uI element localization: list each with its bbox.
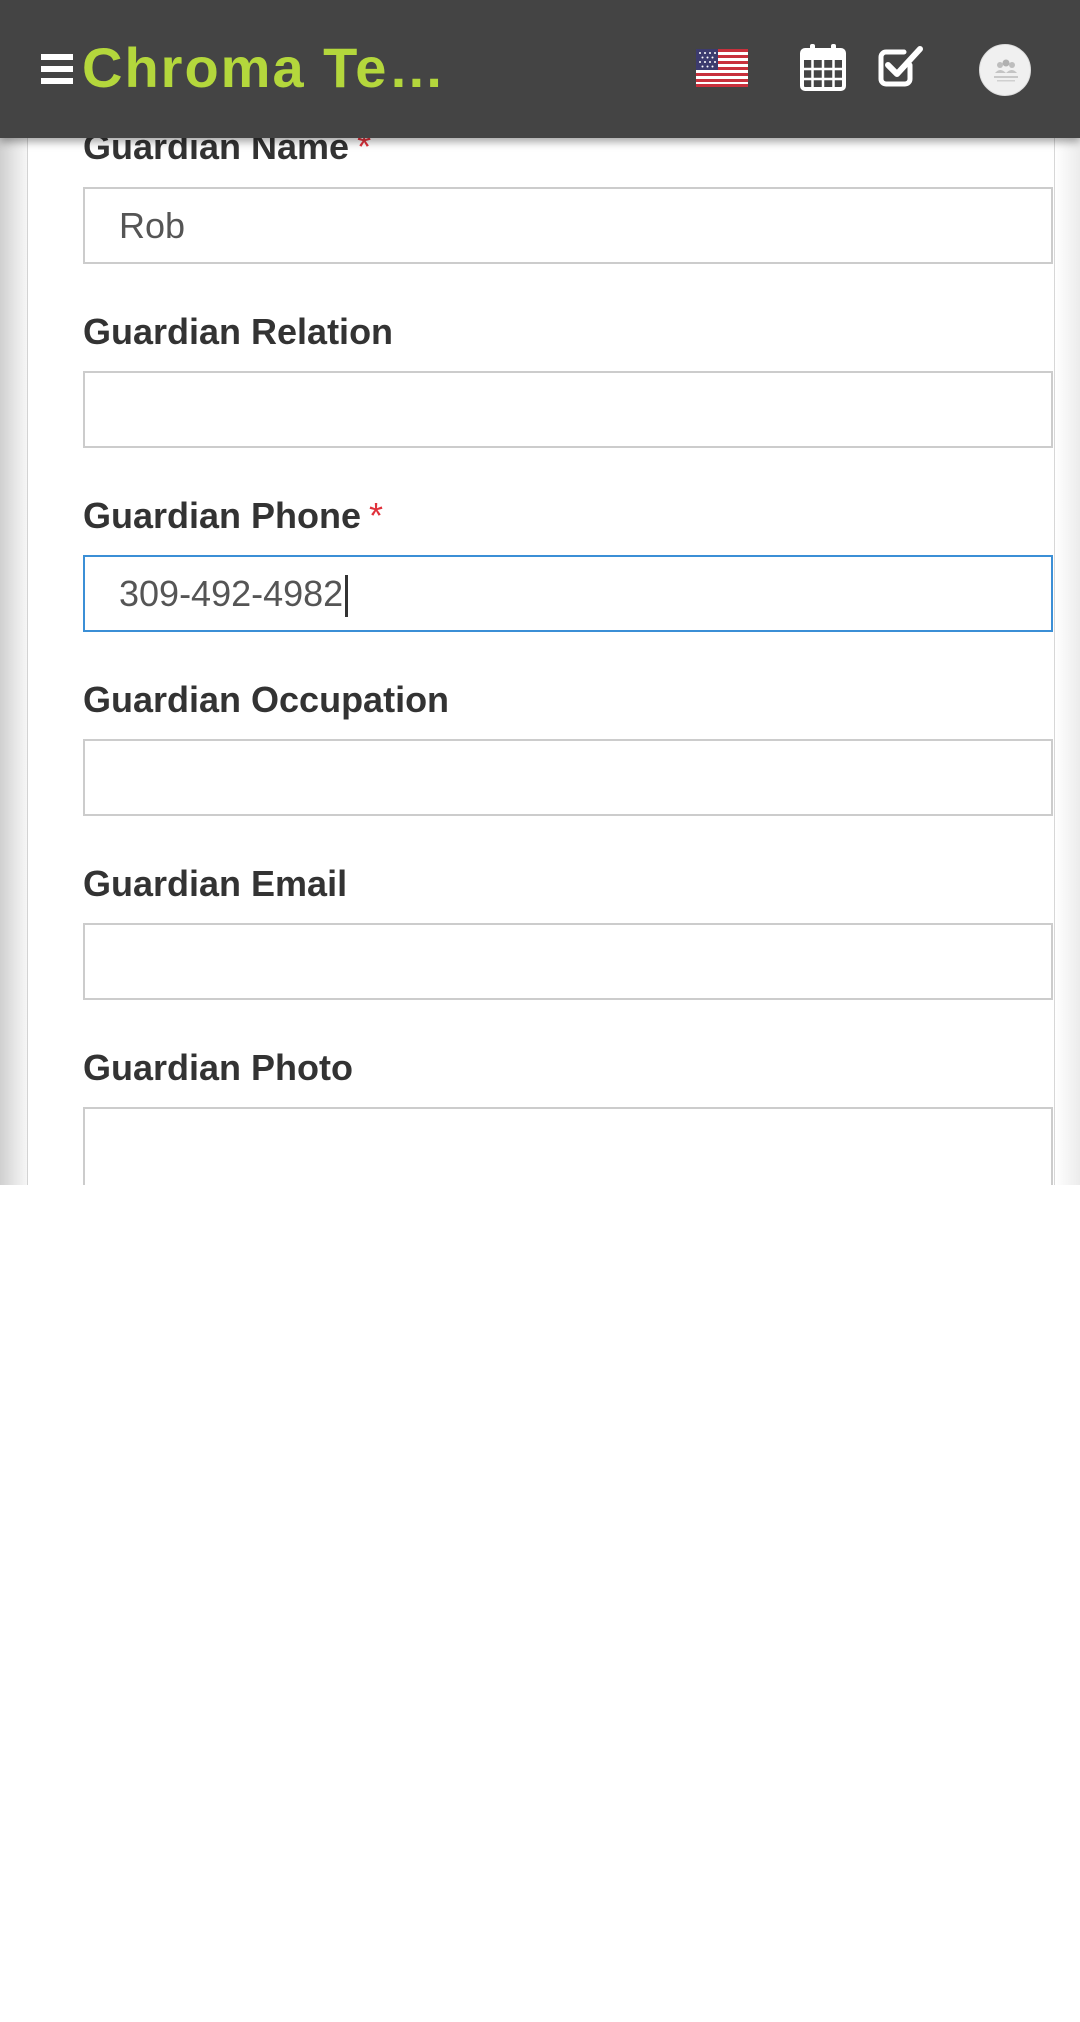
calendar-icon[interactable] (800, 43, 846, 91)
guardian-occupation-label: Guardian Occupation (83, 679, 450, 720)
app-viewport: Guardian Name * Rob Guardian Relation Gua… (0, 0, 1080, 1185)
guardian-phone-group: Guardian Phone * (83, 493, 1053, 539)
required-mark: * (369, 495, 384, 536)
guardian-photo-input[interactable] (83, 1107, 1053, 1185)
us-flag-icon[interactable] (696, 49, 748, 87)
guardian-phone-label: Guardian Phone * (83, 495, 384, 536)
top-app-bar: Chroma Te… (0, 0, 1080, 138)
no-image-avatar[interactable] (979, 44, 1031, 96)
guardian-name-value: Rob (119, 205, 186, 246)
guardian-photo-group: Guardian Photo (83, 1045, 1053, 1091)
page-edge-left (0, 0, 28, 1185)
guardian-relation-label: Guardian Relation (83, 311, 394, 352)
app-title: Chroma Te… (82, 36, 447, 99)
guardian-phone-input[interactable]: 309-492-4982 (83, 555, 1053, 632)
text-caret (345, 575, 349, 618)
guardian-occupation-group: Guardian Occupation (83, 677, 1053, 723)
checkbox-icon[interactable] (876, 43, 924, 89)
guardian-phone-value: 309-492-4982 (119, 573, 344, 614)
guardian-relation-group: Guardian Relation (83, 309, 1053, 355)
guardian-photo-label: Guardian Photo (83, 1047, 353, 1088)
guardian-form: Guardian Name * Rob Guardian Relation Gua… (28, 0, 1054, 1185)
guardian-email-label: Guardian Email (83, 863, 348, 904)
page-edge-right[interactable] (1054, 0, 1080, 1185)
guardian-relation-input[interactable] (83, 371, 1053, 448)
guardian-email-input[interactable] (83, 923, 1053, 1000)
guardian-occupation-input[interactable] (83, 739, 1053, 816)
no-image-icon (994, 59, 1018, 82)
menu-icon[interactable] (41, 54, 73, 84)
guardian-name-input[interactable]: Rob (83, 187, 1053, 264)
guardian-email-group: Guardian Email (83, 861, 1053, 907)
